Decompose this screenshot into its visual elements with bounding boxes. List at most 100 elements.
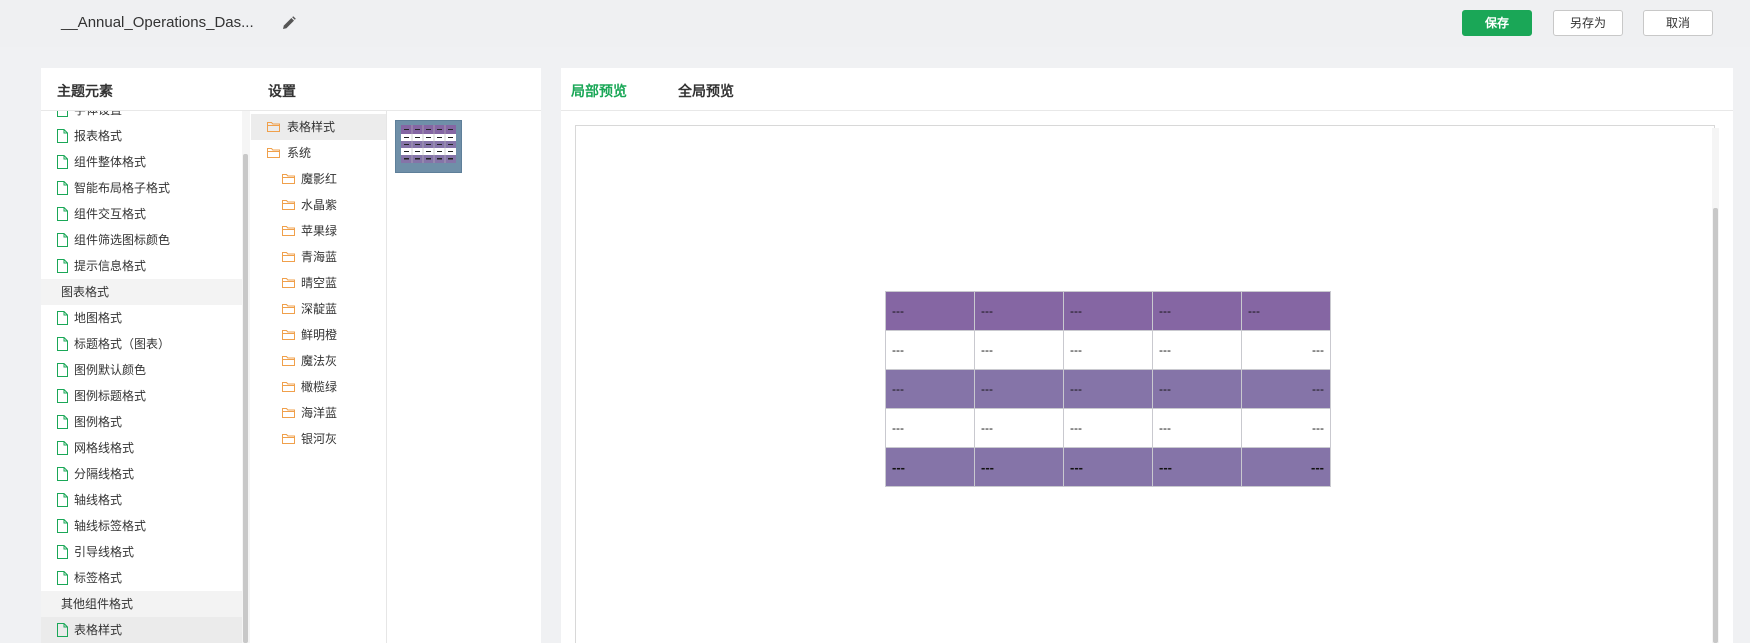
- theme-item-label: 组件整体格式: [74, 155, 147, 169]
- theme-item-label: 其他组件格式: [61, 597, 134, 611]
- folder-style-4[interactable]: 晴空蓝: [251, 270, 386, 296]
- table-cell: ---: [974, 291, 1064, 331]
- document-icon: [57, 519, 68, 533]
- tab-local-preview[interactable]: 局部预览: [571, 81, 627, 101]
- document-icon: [57, 233, 68, 247]
- document-icon: [57, 545, 68, 559]
- theme-item-0[interactable]: 字体设置: [41, 111, 242, 123]
- table-row: --- --- --- --- ---: [885, 447, 1331, 487]
- folder-style-8[interactable]: 橄榄绿: [251, 374, 386, 400]
- folder-label: 表格样式: [287, 120, 336, 134]
- table-cell: ---: [1152, 447, 1242, 487]
- folder-label: 苹果绿: [301, 224, 338, 238]
- folder-style-0[interactable]: 魔影红: [251, 166, 386, 192]
- folder-label: 水晶紫: [301, 198, 338, 212]
- document-icon: [57, 389, 68, 403]
- table-cell: ---: [885, 447, 975, 487]
- cancel-button[interactable]: 取消: [1643, 10, 1713, 36]
- table-cell: ---: [885, 330, 975, 370]
- document-title: __Annual_Operations_Das...: [61, 14, 254, 31]
- theme-item-17[interactable]: 引导线格式: [41, 539, 242, 565]
- folder-style-2[interactable]: 苹果绿: [251, 218, 386, 244]
- folder-style-3[interactable]: 青海蓝: [251, 244, 386, 270]
- folder-icon: [282, 200, 295, 210]
- preview-scrollbar[interactable]: [1713, 208, 1718, 643]
- theme-item-1[interactable]: 报表格式: [41, 123, 242, 149]
- table-cell: ---: [1063, 369, 1153, 409]
- preview-header-divider: [561, 110, 1733, 111]
- theme-item-11[interactable]: 图例标题格式: [41, 383, 242, 409]
- document-icon: [57, 415, 68, 429]
- folder-icon: [282, 252, 295, 262]
- document-icon: [57, 207, 68, 221]
- document-icon: [57, 467, 68, 481]
- folder-label: 晴空蓝: [301, 276, 338, 290]
- table-cell: ---: [1063, 447, 1153, 487]
- document-icon: [57, 181, 68, 195]
- folder-label: 系统: [287, 146, 312, 160]
- theme-item-2[interactable]: 组件整体格式: [41, 149, 242, 175]
- folder-label: 鲜明橙: [301, 328, 338, 342]
- table-cell: ---: [1063, 408, 1153, 448]
- table-row: --- --- --- --- ---: [885, 291, 1331, 331]
- save-as-button[interactable]: 另存为: [1553, 10, 1623, 36]
- save-button[interactable]: 保存: [1462, 10, 1532, 36]
- table-cell: ---: [1152, 291, 1242, 331]
- theme-group-7[interactable]: 图表格式: [41, 279, 242, 305]
- folder-style-9[interactable]: 海洋蓝: [251, 400, 386, 426]
- theme-item-3[interactable]: 智能布局格子格式: [41, 175, 242, 201]
- table-cell: ---: [1241, 369, 1331, 409]
- column-divider: [386, 111, 387, 643]
- theme-elements-title: 主题元素: [57, 83, 113, 99]
- theme-item-label: 轴线格式: [74, 493, 123, 507]
- folder-icon: [282, 174, 295, 184]
- theme-item-8[interactable]: 地图格式: [41, 305, 242, 331]
- theme-group-19[interactable]: 其他组件格式: [41, 591, 242, 617]
- folder-style-10[interactable]: 银河灰: [251, 426, 386, 452]
- pencil-icon[interactable]: [281, 15, 297, 31]
- document-icon: [57, 155, 68, 169]
- folder-style-7[interactable]: 魔法灰: [251, 348, 386, 374]
- folder-icon: [282, 278, 295, 288]
- document-icon: [57, 311, 68, 325]
- theme-item-10[interactable]: 图例默认颜色: [41, 357, 242, 383]
- theme-item-label: 图表格式: [61, 285, 110, 299]
- theme-item-label: 网格线格式: [74, 441, 135, 455]
- table-cell: ---: [974, 408, 1064, 448]
- theme-item-6[interactable]: 提示信息格式: [41, 253, 242, 279]
- theme-item-4[interactable]: 组件交互格式: [41, 201, 242, 227]
- table-cell: ---: [885, 369, 975, 409]
- theme-item-9[interactable]: 标题格式（图表）: [41, 331, 242, 357]
- folder-system[interactable]: 系统: [251, 140, 386, 166]
- theme-item-label: 表格样式: [74, 623, 123, 637]
- theme-item-14[interactable]: 分隔线格式: [41, 461, 242, 487]
- theme-tree-scrollbar[interactable]: [243, 154, 248, 643]
- folder-style-1[interactable]: 水晶紫: [251, 192, 386, 218]
- folder-icon: [282, 330, 295, 340]
- theme-item-label: 字体设置: [74, 111, 122, 117]
- folder-style-6[interactable]: 鲜明橙: [251, 322, 386, 348]
- theme-element-tree: 字体设置报表格式组件整体格式智能布局格子格式组件交互格式组件筛选图标颜色提示信息…: [41, 111, 242, 643]
- theme-item-20[interactable]: 表格样式: [41, 617, 242, 643]
- table-style-thumbnail[interactable]: [395, 120, 462, 173]
- theme-item-13[interactable]: 网格线格式: [41, 435, 242, 461]
- theme-item-label: 图例默认颜色: [74, 363, 147, 377]
- folder-icon: [282, 434, 295, 444]
- document-icon: [57, 441, 68, 455]
- tab-global-preview[interactable]: 全局预览: [678, 81, 734, 101]
- folder-table-style[interactable]: 表格样式: [251, 114, 386, 140]
- table-cell: ---: [974, 447, 1064, 487]
- theme-item-label: 标题格式（图表）: [74, 337, 171, 351]
- theme-item-5[interactable]: 组件筛选图标颜色: [41, 227, 242, 253]
- table-row: --- --- --- --- ---: [885, 330, 1331, 370]
- theme-item-15[interactable]: 轴线格式: [41, 487, 242, 513]
- top-bar: __Annual_Operations_Das... 保存 另存为 取消: [0, 0, 1750, 47]
- document-icon: [57, 337, 68, 351]
- theme-item-18[interactable]: 标签格式: [41, 565, 242, 591]
- folder-style-5[interactable]: 深靛蓝: [251, 296, 386, 322]
- table-row: --- --- --- --- ---: [885, 369, 1331, 409]
- theme-item-16[interactable]: 轴线标签格式: [41, 513, 242, 539]
- theme-item-12[interactable]: 图例格式: [41, 409, 242, 435]
- table-cell: ---: [1063, 291, 1153, 331]
- preview-canvas: --- --- --- --- --- --- --- --- --- --- --- --- --- -…: [575, 125, 1715, 643]
